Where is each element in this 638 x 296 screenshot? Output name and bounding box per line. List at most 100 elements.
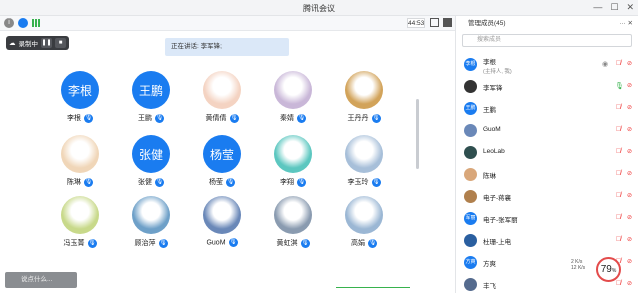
participant-avatar: 王鹏	[132, 71, 170, 109]
participant-tile[interactable]: 高娟 🎙	[329, 196, 399, 256]
member-row[interactable]: 军丽 电子-张军丽 🎙̸ ⊘	[456, 208, 638, 230]
info-icon[interactable]: i	[4, 18, 14, 28]
microphone-icon: 🎙	[155, 113, 164, 123]
member-row[interactable]: 电子-蒋襄 🎙̸ ⊘	[456, 186, 638, 208]
microphone-icon: 🎙	[87, 238, 97, 248]
member-name: 方爽	[483, 261, 496, 268]
camera-off-icon[interactable]: ⊘	[627, 170, 632, 177]
participant-tile[interactable]: GuoM 🎙	[187, 196, 257, 256]
member-avatar	[464, 278, 477, 291]
member-avatar: 李根	[464, 58, 477, 71]
participant-tile[interactable]: 张健 张健 🎙	[116, 135, 186, 195]
participant-tile[interactable]: 李玉玲 🎙	[329, 135, 399, 195]
participant-tile[interactable]: 陈琳 🎙	[45, 135, 115, 195]
microphone-muted-icon[interactable]: 🎙̸	[615, 192, 622, 201]
participant-tile[interactable]: 王鹏王鹏 🎙	[116, 71, 186, 131]
microphone-icon: 🎙	[229, 113, 239, 123]
member-row[interactable]: GuoM 🎙̸ ⊘	[456, 120, 638, 142]
participant-name-row: 黄虹淇 🎙	[258, 238, 328, 248]
microphone-muted-icon[interactable]: 🎙̸	[615, 148, 622, 157]
camera-off-icon[interactable]: ⊘	[627, 82, 632, 89]
camera-off-icon[interactable]: ⊘	[627, 214, 632, 221]
microphone-muted-icon[interactable]: 🎙̸	[615, 236, 622, 245]
chat-input[interactable]: 说点什么...	[5, 272, 77, 288]
participant-name: 张健	[138, 179, 152, 186]
fullscreen-icon[interactable]	[430, 18, 439, 27]
participant-name: 黄倩倩	[205, 115, 227, 122]
camera-off-icon[interactable]: ⊘	[627, 280, 632, 287]
participant-avatar	[274, 71, 312, 109]
member-search-input[interactable]: 搜索成员	[462, 34, 632, 47]
participant-name-row: 陈琳 🎙	[45, 177, 115, 187]
network-quality-gauge[interactable]: 79%	[596, 257, 621, 282]
eye-icon[interactable]: ◉	[602, 60, 608, 68]
meeting-timer: 44:53	[407, 18, 425, 28]
participant-tile[interactable]: 顾治萍 🎙	[116, 196, 186, 256]
member-avatar: 军丽	[464, 212, 477, 225]
camera-off-icon[interactable]: ⊘	[627, 258, 632, 265]
participant-name: 顾治萍	[134, 240, 156, 247]
participant-tile[interactable]: 李翔 🎙	[258, 135, 328, 195]
member-role: (主持人, 我)	[483, 69, 512, 75]
panel-more-close-icon[interactable]: ··· ✕	[619, 16, 633, 31]
participant-tile[interactable]: 黄虹淇 🎙	[258, 196, 328, 256]
close-icon[interactable]: ✕	[626, 2, 634, 13]
maximize-icon[interactable]: ☐	[610, 2, 618, 13]
members-panel-header: 管理成员(45) ··· ✕	[456, 16, 638, 31]
member-row[interactable]: 杜珊-上电 🎙̸ ⊘	[456, 230, 638, 252]
minimize-icon[interactable]: —	[593, 2, 602, 13]
participant-tile[interactable]: 冯玉菁 🎙	[45, 196, 115, 256]
grid-scrollbar[interactable]	[416, 99, 419, 169]
participant-tile[interactable]: 秦婧 🎙	[258, 71, 328, 131]
member-row[interactable]: 陈琳 🎙̸ ⊘	[456, 164, 638, 186]
participant-tile[interactable]: 李根 李根 🎙	[45, 71, 115, 131]
layout-icon[interactable]	[443, 18, 452, 27]
microphone-icon: 🎙	[226, 177, 235, 187]
participant-name-row: 顾治萍 🎙	[116, 238, 186, 248]
microphone-muted-icon[interactable]: 🎙̸	[615, 170, 622, 179]
video-stage: ☁ 录制中 ❚❚ ■ 正在讲话: 李军锋; 李根 李根 🎙 王鹏 王鹏 🎙 黄倩倩 🎙 秦婧 🎙 王…	[0, 31, 455, 293]
member-row[interactable]: 李军锋 🎙 ⊘	[456, 76, 638, 98]
camera-off-icon[interactable]: ⊘	[627, 192, 632, 199]
window-title: 腾讯会议	[303, 4, 335, 13]
participant-name: 李翔	[280, 179, 294, 186]
camera-off-icon[interactable]: ⊘	[627, 126, 632, 133]
participant-name: 冯玉菁	[63, 240, 85, 247]
participant-name: 杨莹	[209, 179, 223, 186]
microphone-muted-icon[interactable]: 🎙̸	[615, 126, 622, 135]
participant-name: 黄虹淇	[276, 240, 298, 247]
participant-avatar	[61, 135, 99, 173]
signal-icon	[32, 19, 42, 27]
microphone-muted-icon[interactable]: 🎙̸	[615, 280, 622, 289]
participant-tile[interactable]: 杨莹 杨莹 🎙	[187, 135, 257, 195]
member-row[interactable]: 李根 李根 (主持人, 我) ◉ 🎙̸ ⊘	[456, 54, 638, 76]
microphone-on-icon[interactable]: 🎙	[615, 82, 624, 91]
microphone-muted-icon[interactable]: 🎙̸	[615, 104, 622, 113]
microphone-muted-icon[interactable]: 🎙̸	[615, 60, 622, 69]
participant-tile[interactable]: 黄倩倩 🎙	[187, 71, 257, 131]
participant-avatar: 李根	[61, 71, 99, 109]
participant-name-row: 王鹏 🎙	[116, 113, 186, 123]
participant-name: 陈琳	[67, 179, 81, 186]
shield-icon[interactable]	[18, 18, 28, 28]
stop-recording-button[interactable]: ■	[55, 38, 66, 48]
camera-off-icon[interactable]: ⊘	[627, 104, 632, 111]
member-row[interactable]: LeoLab 🎙̸ ⊘	[456, 142, 638, 164]
member-name: GuoM	[483, 126, 501, 133]
member-avatar	[464, 146, 477, 159]
participant-avatar	[274, 196, 312, 234]
member-row[interactable]: 王鹏 王鹏 🎙̸ ⊘	[456, 98, 638, 120]
participant-name-row: 冯玉菁 🎙	[45, 238, 115, 248]
member-avatar	[464, 80, 477, 93]
microphone-icon: 🎙	[297, 113, 306, 123]
camera-off-icon[interactable]: ⊘	[627, 148, 632, 155]
pause-recording-button[interactable]: ❚❚	[41, 38, 52, 48]
participant-name: 李玉玲	[347, 179, 369, 186]
participant-name-row: 李玉玲 🎙	[329, 177, 399, 187]
cloud-record-icon: ☁	[9, 40, 16, 47]
microphone-muted-icon[interactable]: 🎙̸	[615, 214, 622, 223]
camera-off-icon[interactable]: ⊘	[627, 60, 632, 67]
participant-name-row: GuoM 🎙	[187, 238, 257, 247]
camera-off-icon[interactable]: ⊘	[627, 236, 632, 243]
participant-tile[interactable]: 王丹丹 🎙	[329, 71, 399, 131]
